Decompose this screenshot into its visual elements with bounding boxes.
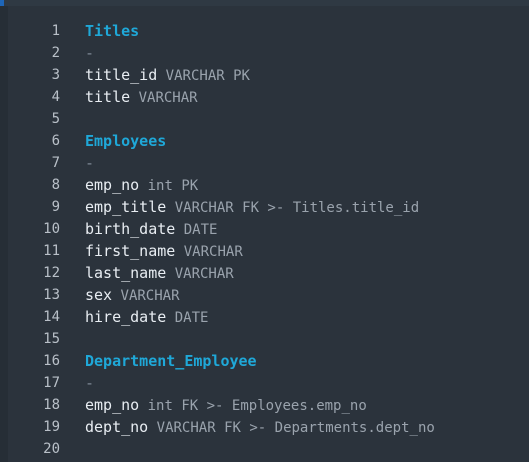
table-name: Department_Employee: [85, 352, 257, 370]
column-name: emp_no: [85, 176, 140, 194]
column-definition: VARCHAR FK >- Departments.dept_no: [148, 420, 435, 436]
table-name: Titles: [85, 22, 140, 40]
code-line[interactable]: 3 title_id VARCHAR PK: [8, 64, 529, 86]
line-code: Department_Employee: [85, 350, 257, 373]
line-code: first_name VARCHAR: [85, 240, 243, 263]
column-name: last_name: [85, 264, 167, 282]
code-line[interactable]: 14 hire_date DATE: [8, 306, 529, 328]
code-line[interactable]: 2-: [8, 42, 529, 64]
line-code: emp_title VARCHAR FK >- Titles.title_id: [85, 196, 419, 219]
code-line[interactable]: 10 birth_date DATE: [8, 218, 529, 240]
column-definition: VARCHAR PK: [157, 68, 250, 84]
separator: -: [85, 374, 95, 392]
line-number: 20: [43, 441, 60, 457]
code-editor[interactable]: 1 Titles 2-3 title_id VARCHAR PK 4 title VARC…: [8, 6, 529, 462]
line-number: 6: [51, 133, 60, 149]
column-definition: VARCHAR FK >- Titles.title_id: [166, 200, 420, 216]
column-definition: VARCHAR: [175, 244, 243, 260]
line-code: dept_no VARCHAR FK >- Departments.dept_n…: [85, 416, 435, 439]
column-definition: VARCHAR: [166, 266, 234, 282]
line-number: 13: [43, 287, 60, 303]
line-code: last_name VARCHAR: [85, 262, 234, 285]
line-number: 11: [43, 243, 60, 259]
line-number: 10: [43, 221, 60, 237]
column-name: dept_no: [85, 418, 149, 436]
line-number: 8: [51, 177, 60, 193]
line-number: 12: [43, 265, 60, 281]
table-name: Employees: [85, 132, 167, 150]
line-number: 9: [51, 199, 60, 215]
line-code: emp_no int PK: [85, 174, 198, 197]
code-line[interactable]: 9 emp_title VARCHAR FK >- Titles.title_id: [8, 196, 529, 218]
column-name: sex: [85, 286, 113, 304]
line-code: birth_date DATE: [85, 218, 217, 241]
column-definition: DATE: [175, 222, 218, 238]
line-number: 16: [43, 353, 60, 369]
code-line[interactable]: 7-: [8, 152, 529, 174]
code-line[interactable]: 1 Titles: [8, 20, 529, 42]
line-code: -: [85, 42, 94, 65]
line-code: emp_no int FK >- Employees.emp_no: [85, 394, 367, 417]
line-number: 4: [51, 89, 60, 105]
column-name: title: [85, 88, 131, 106]
code-line[interactable]: 20: [8, 438, 529, 460]
line-number: 14: [43, 309, 60, 325]
separator: -: [85, 44, 95, 62]
code-line[interactable]: 13 sex VARCHAR: [8, 284, 529, 306]
code-line[interactable]: 12 last_name VARCHAR: [8, 262, 529, 284]
line-number: 18: [43, 397, 60, 413]
line-code: -: [85, 152, 94, 175]
code-line[interactable]: 5: [8, 108, 529, 130]
line-number: 1: [51, 23, 60, 39]
code-line[interactable]: 6 Employees: [8, 130, 529, 152]
line-code: title VARCHAR: [85, 86, 198, 109]
column-name: emp_title: [85, 198, 167, 216]
column-name: hire_date: [85, 308, 167, 326]
code-line[interactable]: 16 Department_Employee: [8, 350, 529, 372]
line-number: 15: [43, 331, 60, 347]
code-line[interactable]: 8 emp_no int PK: [8, 174, 529, 196]
line-number: 2: [51, 45, 60, 61]
column-name: first_name: [85, 242, 176, 260]
code-line[interactable]: 19 dept_no VARCHAR FK >- Departments.dept…: [8, 416, 529, 438]
line-number: 19: [43, 419, 60, 435]
line-code: title_id VARCHAR PK: [85, 64, 250, 87]
column-name: title_id: [85, 66, 158, 84]
line-code: Employees: [85, 130, 166, 153]
code-line[interactable]: 4 title VARCHAR: [8, 86, 529, 108]
line-code: hire_date DATE: [85, 306, 208, 329]
code-line[interactable]: 17 -: [8, 372, 529, 394]
column-definition: int PK: [139, 178, 199, 194]
column-definition: int FK >- Employees.emp_no: [139, 398, 367, 414]
line-code: Titles: [85, 20, 139, 43]
code-line[interactable]: 11 first_name VARCHAR: [8, 240, 529, 262]
active-indicator: [0, 0, 4, 6]
code-line[interactable]: 15: [8, 328, 529, 350]
column-definition: DATE: [166, 310, 209, 326]
line-code: sex VARCHAR: [85, 284, 180, 307]
line-number: 7: [51, 155, 60, 171]
column-name: emp_no: [85, 396, 140, 414]
line-number: 5: [51, 111, 60, 127]
code-line[interactable]: 18 emp_no int FK >- Employees.emp_no: [8, 394, 529, 416]
column-name: birth_date: [85, 220, 176, 238]
line-number: 17: [43, 375, 60, 391]
line-number: 3: [51, 67, 60, 83]
line-code: -: [85, 372, 94, 395]
separator: -: [85, 154, 95, 172]
column-definition: VARCHAR: [112, 288, 180, 304]
column-definition: VARCHAR: [130, 90, 198, 106]
